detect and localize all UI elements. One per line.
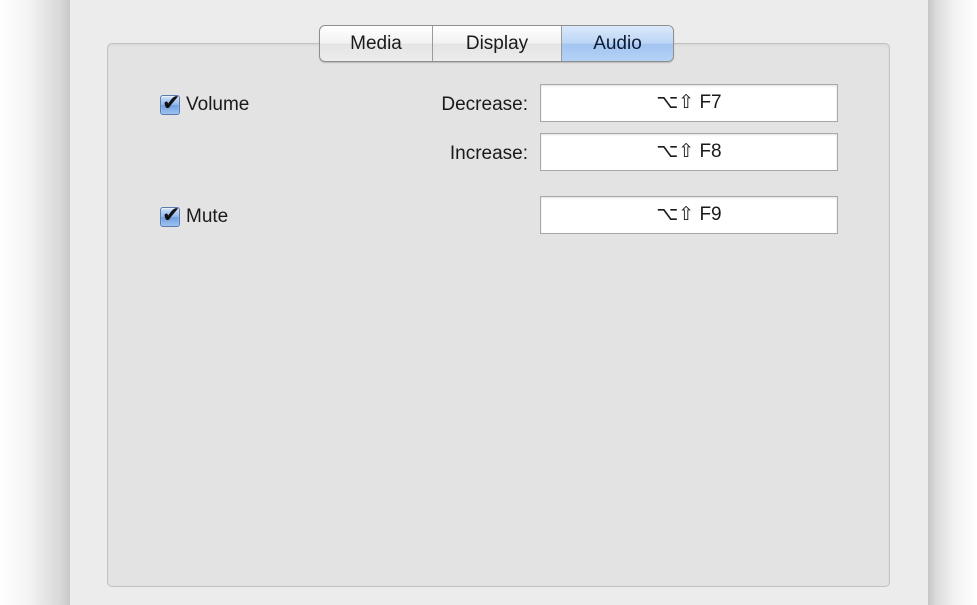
preferences-window: ✔ Volume Decrease: ⌥⇧ F7 Increase: ⌥⇧ F8…: [70, 0, 928, 605]
screenshot-canvas: ✔ Volume Decrease: ⌥⇧ F7 Increase: ⌥⇧ F8…: [0, 0, 977, 605]
tab-audio[interactable]: Audio: [561, 26, 673, 61]
window-shadow-right: [928, 0, 977, 605]
window-shadow-left: [0, 0, 70, 605]
volume-checkbox-row[interactable]: ✔ Volume: [160, 90, 250, 116]
increase-shortcut-field[interactable]: ⌥⇧ F8: [540, 133, 838, 171]
increase-label: Increase:: [449, 143, 528, 164]
mute-label: Mute: [186, 206, 229, 227]
volume-checkbox[interactable]: ✔: [160, 90, 180, 115]
tab-media[interactable]: Media: [320, 26, 432, 61]
audio-tab-panel: ✔ Volume Decrease: ⌥⇧ F7 Increase: ⌥⇧ F8…: [107, 43, 890, 587]
mute-checkbox-row[interactable]: ✔ Mute: [160, 202, 229, 228]
tab-display[interactable]: Display: [432, 26, 561, 61]
decrease-label: Decrease:: [441, 94, 528, 115]
tab-bar: Media Display Audio: [319, 25, 674, 62]
volume-label: Volume: [186, 94, 250, 115]
checkmark-icon: ✔: [162, 202, 181, 227]
mute-shortcut-field[interactable]: ⌥⇧ F9: [540, 196, 838, 234]
checkmark-icon: ✔: [162, 90, 181, 115]
decrease-shortcut-field[interactable]: ⌥⇧ F7: [540, 84, 838, 122]
mute-checkbox[interactable]: ✔: [160, 202, 180, 227]
